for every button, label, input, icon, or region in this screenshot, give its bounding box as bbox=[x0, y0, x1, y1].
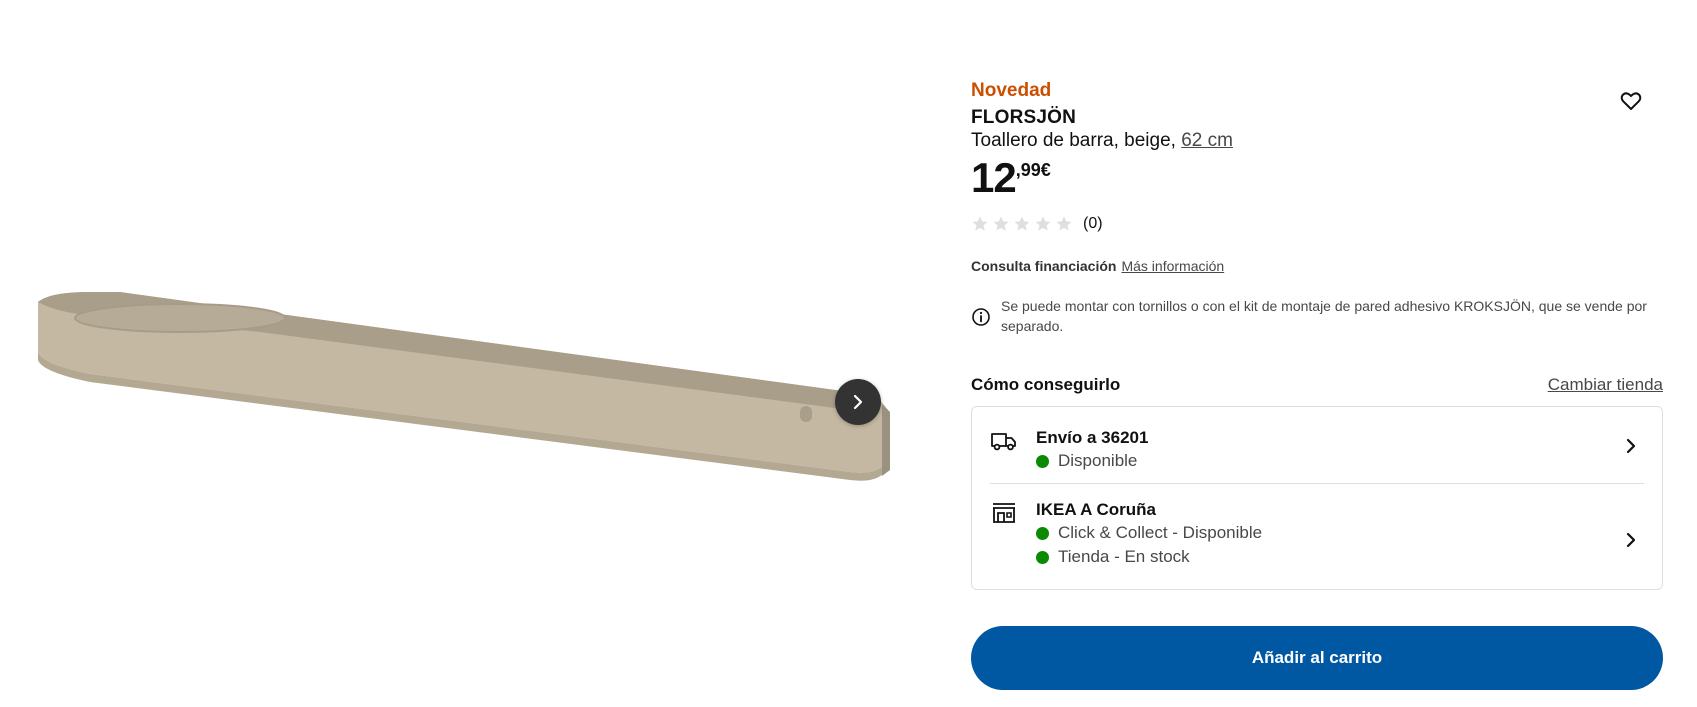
mounting-notice: Se puede montar con tornillos o con el k… bbox=[971, 296, 1663, 336]
star-icon bbox=[972, 216, 988, 231]
product-size-link[interactable]: 62 cm bbox=[1181, 130, 1233, 151]
price-decimals: ,99€ bbox=[1015, 160, 1051, 180]
store-status-text: Click & Collect - Disponible bbox=[1058, 523, 1263, 542]
store-status-click-collect: Click & Collect - Disponible bbox=[1036, 521, 1644, 545]
store-info: IKEA A Coruña Click & Collect - Disponib… bbox=[1036, 499, 1644, 579]
star-icon bbox=[1056, 216, 1072, 231]
product-description: Toallero de barra, beige, 62 cm bbox=[971, 130, 1233, 152]
status-dot bbox=[1036, 550, 1049, 564]
product-info-panel: Novedad FLORSJÖN Toallero de barra, beig… bbox=[971, 0, 1663, 707]
store-status-text: Tienda - En stock bbox=[1058, 547, 1190, 566]
delivery-info: Envío a 36201 Disponible bbox=[1036, 427, 1644, 481]
delivery-status-text: Disponible bbox=[1058, 451, 1138, 470]
store-title: IKEA A Coruña bbox=[1036, 500, 1156, 519]
rating-count: (0) bbox=[1083, 215, 1103, 232]
star-icon bbox=[1014, 216, 1030, 231]
store-icon bbox=[993, 503, 1015, 523]
chevron-right-icon bbox=[1626, 532, 1636, 548]
notice-text: Se puede montar con tornillos o con el k… bbox=[1001, 298, 1647, 334]
chevron-right-icon bbox=[1626, 438, 1636, 454]
star-icon bbox=[1035, 216, 1051, 231]
new-badge: Novedad bbox=[971, 80, 1052, 101]
info-icon bbox=[972, 308, 990, 326]
status-dot bbox=[1036, 526, 1049, 540]
status-dot bbox=[1036, 454, 1049, 468]
financing-label: Consulta financiación bbox=[971, 258, 1117, 274]
store-option[interactable]: IKEA A Coruña Click & Collect - Disponib… bbox=[990, 499, 1644, 579]
next-image-button[interactable] bbox=[835, 379, 881, 425]
truck-icon bbox=[991, 433, 1016, 451]
delivery-status: Disponible bbox=[1036, 449, 1644, 473]
wishlist-button[interactable] bbox=[1618, 89, 1644, 115]
store-status-in-store: Tienda - En stock bbox=[1036, 545, 1644, 569]
availability-box: Envío a 36201 Disponible IKEA A Coruña C… bbox=[971, 406, 1663, 590]
rating-stars bbox=[971, 215, 1073, 233]
rating[interactable]: (0) bbox=[971, 215, 1103, 233]
price-integer: 12 bbox=[971, 154, 1017, 201]
product-image bbox=[38, 292, 890, 481]
chevron-right-icon bbox=[853, 394, 863, 410]
financing-more-info-link[interactable]: Más información bbox=[1121, 258, 1224, 274]
price: 12 ,99€ bbox=[971, 156, 1051, 200]
delivery-title: Envío a 36201 bbox=[1036, 428, 1149, 447]
add-to-cart-button[interactable]: Añadir al carrito bbox=[971, 626, 1663, 690]
availability-title: Cómo conseguirlo bbox=[971, 375, 1121, 394]
product-description-text: Toallero de barra, beige, bbox=[971, 130, 1176, 151]
financing: Consulta financiación Más información bbox=[971, 258, 1224, 274]
product-name: FLORSJÖN bbox=[971, 107, 1077, 128]
star-icon bbox=[993, 216, 1009, 231]
heart-icon bbox=[1620, 92, 1642, 110]
availability-divider bbox=[990, 483, 1644, 484]
product-gallery bbox=[0, 0, 900, 707]
delivery-option[interactable]: Envío a 36201 Disponible bbox=[990, 427, 1644, 481]
change-store-link[interactable]: Cambiar tienda bbox=[1548, 375, 1663, 395]
